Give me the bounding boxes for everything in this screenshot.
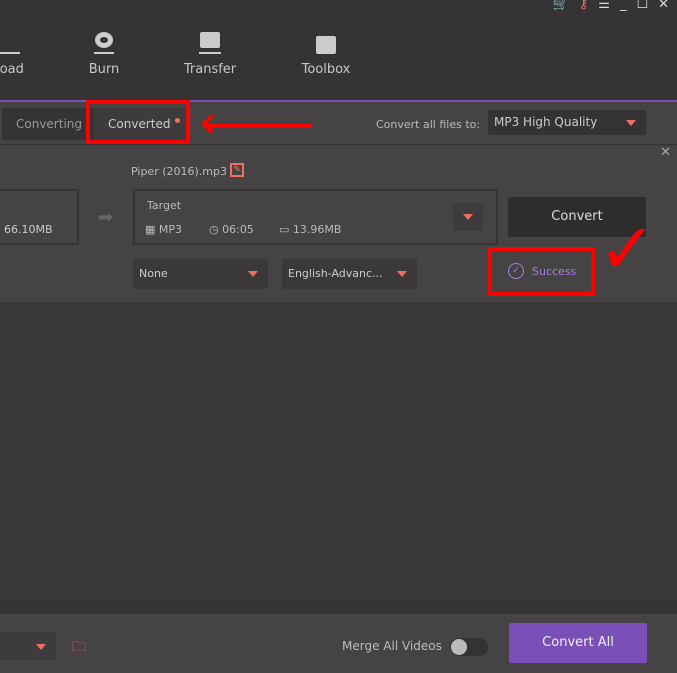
cart-icon[interactable]: 🛒: [553, 0, 569, 11]
nav-burn[interactable]: Burn: [80, 26, 128, 77]
convert-all-label: Convert all files to:: [376, 118, 481, 131]
chevron-down-icon: [36, 644, 46, 650]
audio-value: English-Advanc...: [288, 267, 383, 280]
download-icon: [0, 26, 34, 54]
remove-item-icon[interactable]: ✕: [660, 145, 671, 160]
window-controls: 🛒 ⚷ ☰ _ ☐ ✕: [553, 0, 669, 11]
chevron-down-icon: [248, 271, 258, 277]
subtitle-value: None: [139, 267, 168, 280]
output-folder-select[interactable]: [0, 632, 56, 660]
clock-icon: ◷: [209, 223, 219, 236]
tab-converting[interactable]: Converting: [2, 108, 97, 140]
nav-toolbox[interactable]: Toolbox: [296, 26, 356, 77]
duration-text: 06:05: [222, 223, 254, 236]
source-size: 66.10MB: [4, 223, 53, 236]
top-bar: 🛒 ⚷ ☰ _ ☐ ✕ load Burn Transfer Toolbox: [0, 0, 677, 100]
nav-transfer[interactable]: Transfer: [180, 26, 240, 77]
merge-label: Merge All Videos: [342, 639, 442, 653]
format-value: MP3 High Quality: [494, 115, 598, 129]
key-icon[interactable]: ⚷: [579, 0, 589, 11]
format-text: MP3: [158, 223, 183, 236]
target-duration: ◷ 06:05: [209, 223, 254, 236]
annotation-checkmark: ✓: [598, 208, 657, 290]
chevron-down-icon: [626, 120, 636, 126]
target-box: Target ▦ MP3 ◷ 06:05 ▭ 13.96MB: [133, 189, 498, 245]
minimize-icon[interactable]: _: [620, 0, 627, 11]
annotation-arrow: [208, 124, 312, 128]
output-filename: Piper (2016).mp3: [131, 165, 227, 178]
divider: [0, 600, 677, 614]
subtitle-select[interactable]: None: [133, 259, 268, 289]
tab-bar: Converting Converted Convert all files t…: [0, 100, 677, 144]
nav-label: Transfer: [183, 62, 237, 77]
annotation-box: [488, 247, 595, 296]
arrow-right-icon: ➡: [98, 207, 114, 228]
target-format: ▦ MP3: [145, 223, 182, 236]
annotation-box: [86, 100, 190, 144]
folder-icon: ▭: [279, 223, 290, 236]
toggle-knob: [451, 639, 467, 655]
format-select[interactable]: MP3 High Quality: [488, 110, 646, 135]
bottom-bar: 🗀 Merge All Videos Convert All: [0, 614, 677, 673]
nav-label: Burn: [88, 62, 120, 77]
transfer-icon: [180, 26, 240, 54]
disc-icon: [80, 26, 128, 54]
chevron-down-icon: [463, 214, 473, 220]
chevron-down-icon: [397, 271, 407, 277]
audio-select[interactable]: English-Advanc...: [282, 259, 417, 289]
menu-icon[interactable]: ☰: [598, 0, 610, 11]
target-label: Target: [147, 199, 182, 212]
film-icon: ▦: [145, 223, 156, 236]
file-item: ✕ Piper (2016).mp3 ✎ 66.10MB ➡ Target ▦ …: [0, 144, 677, 302]
nav-label: Toolbox: [301, 62, 351, 77]
source-box: 66.10MB: [0, 189, 79, 245]
nav-label: load: [0, 62, 24, 77]
nav-download[interactable]: load: [0, 26, 34, 77]
edit-icon[interactable]: ✎: [230, 163, 244, 177]
size-text: 13.96MB: [292, 223, 342, 236]
target-size: ▭ 13.96MB: [279, 223, 341, 236]
annotation-arrowhead: [201, 114, 221, 134]
maximize-icon[interactable]: ☐: [636, 0, 648, 11]
open-folder-icon[interactable]: 🗀: [72, 636, 86, 660]
close-icon[interactable]: ✕: [658, 0, 669, 11]
merge-toggle[interactable]: [450, 638, 488, 656]
convert-all-button[interactable]: Convert All: [509, 623, 647, 663]
toolbox-icon: [296, 26, 356, 54]
target-settings-dropdown[interactable]: [453, 203, 483, 231]
